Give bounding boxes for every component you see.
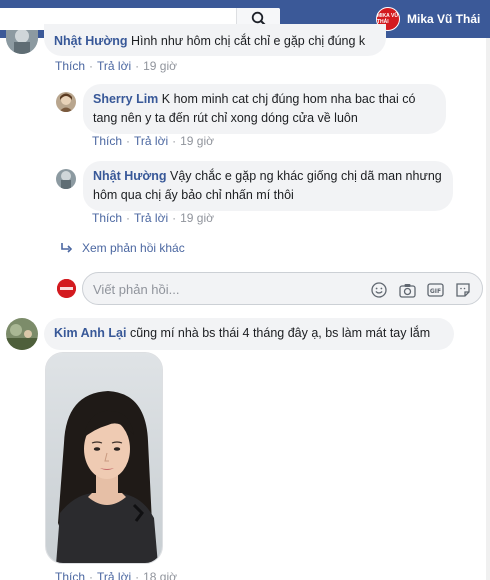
reply-composer[interactable]: GIF [82,272,483,305]
reply-link[interactable]: Trả lời [134,134,168,148]
camera-icon[interactable] [398,281,416,299]
comment-actions: Thích · Trả lời · 19 giờ [55,59,177,73]
comment-bubble: Kim Anh Lại cũng mí nhà bs thái 4 tháng … [44,318,454,350]
timestamp[interactable]: 19 giờ [180,134,214,148]
reply-input[interactable] [93,279,343,299]
profile-link[interactable]: MIKA VŨ THÁI Mika Vũ Thái [376,7,480,31]
avatar-photo [56,169,76,189]
avatar-photo [56,92,76,112]
reply-link[interactable]: Trả lời [97,59,131,73]
avatar[interactable] [6,30,38,54]
profile-logo [57,279,76,298]
current-user-avatar [57,279,76,298]
comment-actions: Thích · Trả lời · 18 giờ [55,570,177,580]
avatar[interactable] [6,318,38,350]
avatar-photo [6,30,38,54]
timestamp[interactable]: 18 giờ [143,570,177,580]
like-link[interactable]: Thích [92,211,122,225]
comment-text: cũng mí nhà bs thái 4 tháng đây ạ, bs là… [129,326,431,340]
sticker-icon[interactable] [454,281,472,299]
comment-bubble: Nhật Hường Hình như hôm chị cắt chỉ e gặ… [44,24,386,56]
reply-link[interactable]: Trả lời [134,211,168,225]
comment-photo[interactable] [45,352,163,564]
like-link[interactable]: Thích [55,570,85,580]
avatar-photo [6,318,38,350]
comment-actions: Thích · Trả lời · 19 giờ [92,211,214,225]
portrait-photo [46,353,162,563]
profile-name: Mika Vũ Thái [407,12,481,26]
view-more-replies-link[interactable]: Xem phản hồi khác [60,241,185,255]
avatar[interactable] [56,169,76,189]
gif-icon[interactable]: GIF [426,281,444,299]
svg-text:GIF: GIF [429,288,440,295]
comment-author[interactable]: Sherry Lim [93,92,158,106]
reply-arrow-icon [61,243,73,253]
comment-text: Hình như hôm chị cắt chỉ e gặp chị đúng … [130,34,366,48]
like-link[interactable]: Thích [92,134,122,148]
reply-link[interactable]: Trả lời [97,570,131,580]
comment-actions: Thích · Trả lời · 19 giờ [92,134,214,148]
avatar[interactable] [56,92,76,112]
timestamp[interactable]: 19 giờ [180,211,214,225]
comment-author[interactable]: Nhật Hường [93,169,167,183]
view-more-replies-label: Xem phản hồi khác [82,241,185,255]
comment-author[interactable]: Kim Anh Lại [54,326,126,340]
comment-author[interactable]: Nhật Hường [54,34,128,48]
emoji-icon[interactable] [370,281,388,299]
timestamp[interactable]: 19 giờ [143,59,177,73]
like-link[interactable]: Thích [55,59,85,73]
comment-bubble: Nhật Hường Vậy chắc e gặp ng khác giống … [83,161,453,211]
scrollbar[interactable] [486,38,490,580]
comment-bubble: Sherry Lim K hom minh cat chj đúng hom n… [83,84,446,134]
